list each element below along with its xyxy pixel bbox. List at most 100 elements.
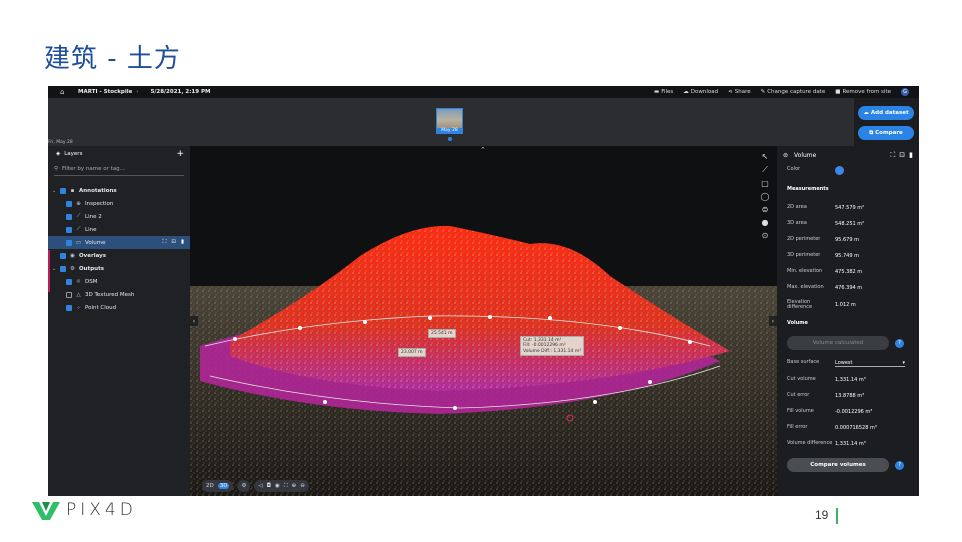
- marker-tool-icon[interactable]: ●: [762, 218, 769, 227]
- slide-title: 建筑 - 土方: [44, 44, 181, 74]
- color-swatch[interactable]: [835, 165, 844, 175]
- line-tool-icon[interactable]: ⟋: [762, 165, 768, 175]
- side-actions: ☁ Add dataset ⧉ Compare: [854, 98, 919, 146]
- layer-item-volume[interactable]: ▭ Volume ⛶ ⊡ ▮: [48, 236, 190, 249]
- checkbox[interactable]: [60, 252, 66, 259]
- add-layer-icon[interactable]: +: [176, 149, 184, 159]
- checkbox[interactable]: [60, 187, 66, 194]
- volume-diff-label: Volume difference: [787, 440, 833, 447]
- trash-icon[interactable]: ▮: [181, 239, 184, 246]
- volume-title: Volume: [794, 151, 817, 159]
- share-button[interactable]: ⋖ Share: [728, 89, 750, 95]
- layer-item-mesh[interactable]: △ 3D Textured Mesh: [48, 288, 190, 301]
- base-surface-select[interactable]: Lowest ▾: [835, 360, 905, 367]
- checkbox[interactable]: [66, 213, 72, 220]
- arrow-left-icon[interactable]: ‹: [190, 316, 198, 326]
- slide: 建筑 - 土方 ⌂ MARTI - Stockpile › 5/28/2021,…: [0, 0, 962, 542]
- fit-view-icon[interactable]: ⛶: [284, 483, 288, 490]
- maxel-value: 476.394 m: [835, 285, 863, 291]
- zoom-out-icon[interactable]: ⊖: [300, 483, 305, 489]
- minel-label: Min. elevation: [787, 268, 823, 275]
- record-icon[interactable]: ◉: [275, 483, 280, 489]
- trash-icon[interactable]: ▮: [909, 151, 913, 160]
- checkbox[interactable]: [66, 226, 72, 233]
- home-icon[interactable]: ⌂: [60, 88, 70, 96]
- chevron-right-icon: ›: [136, 89, 139, 95]
- pointcloud-icon: ⁘: [76, 304, 81, 311]
- checkbox[interactable]: [60, 265, 66, 272]
- pointer-icon[interactable]: ↖: [762, 152, 769, 161]
- checkbox[interactable]: [66, 304, 72, 311]
- help-icon[interactable]: ?: [895, 460, 904, 470]
- edit-shape-icon[interactable]: ⊡: [899, 151, 905, 160]
- gear-icon: ⚙: [241, 483, 247, 489]
- perim2d-label: 2D perimeter: [787, 236, 821, 243]
- fill-volume-value: -0.0012296 m³: [835, 409, 873, 415]
- fly-icon[interactable]: ◁: [258, 483, 262, 489]
- timeline-marker[interactable]: [448, 137, 452, 141]
- layer-group-overlays[interactable]: ◉ Overlays: [48, 249, 190, 262]
- collapse-timeline-icon[interactable]: ⌃: [480, 146, 486, 154]
- layer-item-inspection[interactable]: ⊕ Inspection: [48, 197, 190, 210]
- eldiff-label: Elevation difference: [787, 298, 813, 310]
- download-button[interactable]: ☁ Download: [683, 89, 718, 95]
- target-tool-icon[interactable]: ⊙: [762, 231, 769, 240]
- arrow-right-icon[interactable]: ›: [769, 316, 777, 326]
- volume-tool-icon[interactable]: ⊜: [762, 205, 769, 214]
- avatar[interactable]: G: [901, 88, 909, 96]
- caret-down-icon: ▾: [902, 359, 905, 366]
- checkbox[interactable]: [66, 278, 72, 285]
- focus-icon[interactable]: ⛶: [163, 239, 167, 246]
- 3d-viewport[interactable]: ⌃ 25.541 m 23.007 m Cut: 1,331.14 m³ Fil…: [190, 146, 777, 496]
- logo-text: PIX4D: [66, 500, 137, 520]
- mesh-icon: △: [76, 291, 81, 298]
- thumbnail-label: May 28: [437, 128, 462, 133]
- dataset-thumbnail[interactable]: May 28: [436, 108, 463, 134]
- add-dataset-button[interactable]: ☁ Add dataset: [858, 106, 914, 120]
- layer-group-annotations[interactable]: ⌄ ▪ Annotations: [48, 184, 190, 197]
- edit-shape-icon[interactable]: ⊡: [171, 239, 176, 246]
- volume-section-title: Volume: [787, 320, 808, 326]
- layer-item-pointcloud[interactable]: ⁘ Point Cloud: [48, 301, 190, 314]
- zoom-in-icon[interactable]: ⊕: [292, 483, 297, 489]
- change-date-button[interactable]: ✎ Change capture date: [761, 89, 826, 95]
- layer-item-line2[interactable]: ⟋ Line 2: [48, 210, 190, 223]
- checkbox[interactable]: [66, 200, 72, 207]
- camera-icon[interactable]: ◘: [267, 483, 271, 489]
- compare-icon: ⧉: [869, 129, 874, 136]
- timeline-date: Fri, May 28: [48, 140, 73, 145]
- measure-label-mid: 23.007 m: [398, 348, 426, 357]
- mode-2d-button[interactable]: 2D: [206, 483, 214, 489]
- viewport-toolbar: ↖ ⟋ ▢ ◯ ⊜ ● ⊙: [759, 152, 771, 240]
- help-icon[interactable]: ?: [895, 338, 904, 348]
- files-button[interactable]: ▬ Files: [654, 89, 673, 95]
- layers-icon: ◈: [56, 151, 61, 157]
- circle-tool-icon[interactable]: ◯: [761, 192, 770, 201]
- checkbox[interactable]: [66, 291, 72, 298]
- page-number-bar: [836, 508, 838, 524]
- download-icon: ☁: [683, 89, 689, 95]
- compare-button[interactable]: ⧉ Compare: [858, 126, 914, 140]
- measure-label-left: 25.541 m: [428, 329, 456, 338]
- folder-icon: ▬: [654, 89, 660, 95]
- layer-group-outputs[interactable]: ⌄ ⚙ Outputs: [48, 262, 190, 275]
- line-icon: ⟋: [76, 226, 81, 232]
- volume-icon: ▭: [75, 239, 82, 246]
- checkbox[interactable]: [66, 239, 72, 246]
- search-icon: ⚲: [54, 165, 59, 172]
- layer-item-dsm[interactable]: ☼ DSM: [48, 275, 190, 288]
- remove-button[interactable]: ■ Remove from site: [835, 89, 891, 95]
- compare-volumes-button[interactable]: Compare volumes: [787, 458, 889, 472]
- chevron-down-icon[interactable]: ⌄: [52, 188, 57, 194]
- view-mode-toggle[interactable]: 2D 3D: [202, 480, 234, 492]
- perim3d-value: 95.749 m: [835, 253, 859, 259]
- selection-indicator: [48, 250, 50, 292]
- polygon-tool-icon[interactable]: ▢: [761, 179, 769, 188]
- layer-item-line[interactable]: ⟋ Line: [48, 223, 190, 236]
- mode-3d-button[interactable]: 3D: [217, 483, 230, 489]
- focus-icon[interactable]: ⛶: [890, 151, 895, 160]
- volume-calculated-button[interactable]: Volume calculated: [787, 336, 889, 350]
- chevron-down-icon[interactable]: ⌄: [52, 266, 57, 272]
- filter-input[interactable]: ⚲ Filter by name or tag...: [54, 162, 184, 176]
- settings-button[interactable]: ⚙: [237, 480, 251, 492]
